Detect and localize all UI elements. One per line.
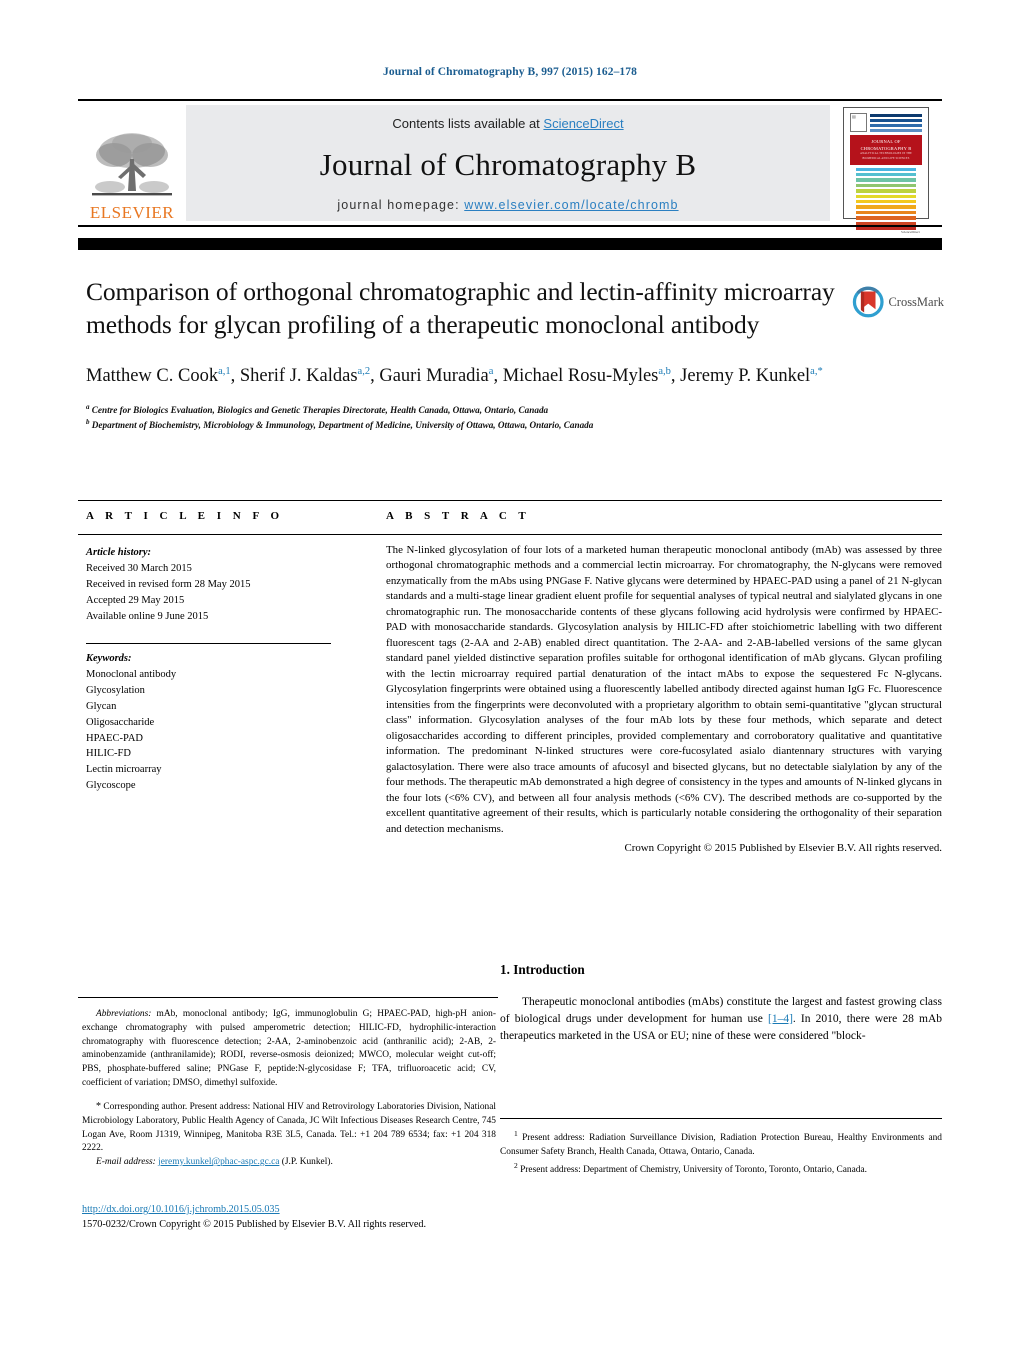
crossmark-badge[interactable]: CrossMark	[852, 280, 944, 324]
title-block: Comparison of orthogonal chromatographic…	[86, 275, 846, 433]
abbreviations-footnote: Abbreviations: mAb, monoclonal antibody;…	[82, 1008, 496, 1091]
affiliation-a-marker: a	[86, 403, 90, 412]
keyword-item: HPAEC-PAD	[86, 732, 143, 744]
elsevier-tree-icon	[92, 133, 172, 196]
footnotes-left: Abbreviations: mAb, monoclonal antibody;…	[82, 1008, 496, 1170]
affiliation-b-text: Department of Biochemistry, Microbiology…	[91, 420, 594, 431]
doi-block: http://dx.doi.org/10.1016/j.jchromb.2015…	[82, 1203, 512, 1233]
keyword-item: Glycan	[86, 700, 117, 712]
introduction-column: 1. Introduction Therapeutic monoclonal a…	[500, 962, 942, 1045]
affiliation-b-marker: b	[86, 418, 90, 427]
article-history-title: Article history:	[86, 547, 152, 558]
cover-art: ▤ JOURNAL OF CHROMATOGRAPHY B ANALYTICAL…	[843, 107, 929, 234]
sciencedirect-link[interactable]: ScienceDirect	[543, 116, 623, 131]
article-history-1: Received in revised form 28 May 2015	[86, 578, 251, 590]
present-address-1-text: Present address: Radiation Surveillance …	[500, 1133, 942, 1157]
affiliations: a Centre for Biologics Evaluation, Biolo…	[86, 402, 846, 433]
email-footnote: E-mail address: jeremy.kunkel@phac-aspc.…	[82, 1156, 496, 1170]
abbreviations-label: Abbreviations:	[96, 1009, 152, 1019]
homepage-prefix: journal homepage:	[337, 198, 465, 212]
cover-band-subtitle: ANALYTICAL TECHNOLOGIES IN THE BIOMEDICA…	[860, 152, 912, 160]
page-title: Comparison of orthogonal chromatographic…	[86, 277, 835, 340]
keyword-item: Monoclonal antibody	[86, 668, 177, 680]
journal-homepage-line: journal homepage: www.elsevier.com/locat…	[337, 198, 678, 212]
abstract-heading: A B S T R A C T	[386, 510, 531, 522]
abstract-text: The N-linked glycosylation of four lots …	[386, 543, 942, 857]
introduction-heading: 1. Introduction	[500, 962, 585, 977]
journal-title: Journal of Chromatography B	[319, 146, 697, 182]
crossmark-icon	[852, 286, 884, 318]
article-history-0: Received 30 March 2015	[86, 562, 192, 574]
affiliation-b: b Department of Biochemistry, Microbiolo…	[86, 417, 846, 432]
info-section-top-rule	[78, 500, 942, 502]
present-address-2-footnote: 2 Present address: Department of Chemist…	[500, 1160, 942, 1178]
journal-homepage-link[interactable]: www.elsevier.com/locate/chromb	[464, 198, 678, 212]
keyword-item: HILIC-FD	[86, 748, 131, 760]
footnotes-right: 1 Present address: Radiation Surveillanc…	[500, 1128, 942, 1178]
email-link[interactable]: jeremy.kunkel@phac-aspc.gc.ca	[158, 1157, 279, 1167]
journal-article-page: Journal of Chromatography B, 997 (2015) …	[0, 0, 1020, 1351]
keyword-item: Glycosylation	[86, 684, 145, 696]
article-info-column: Article history: Received 30 March 2015 …	[86, 545, 331, 794]
present-address-2-text: Present address: Department of Chemistry…	[517, 1164, 867, 1175]
abstract-copyright: Crown Copyright © 2015 Published by Else…	[624, 842, 942, 855]
elsevier-wordmark: ELSEVIER	[89, 203, 175, 222]
article-info-heading: A R T I C L E I N F O	[86, 510, 284, 522]
cover-footer-text: ScienceDirect	[900, 230, 920, 235]
keywords-divider	[86, 642, 331, 644]
masthead-center: Contents lists available at ScienceDirec…	[186, 105, 830, 221]
issn-copyright-line: 1570-0232/Crown Copyright © 2015 Publish…	[82, 1218, 426, 1230]
cover-publisher-mark-icon: ▤	[850, 113, 867, 132]
running-head: Journal of Chromatography B, 997 (2015) …	[383, 66, 637, 78]
keyword-item: Glycoscope	[86, 780, 136, 792]
contents-line: Contents lists available at ScienceDirec…	[392, 116, 623, 131]
contents-prefix: Contents lists available at	[392, 116, 544, 131]
cover-top-bars	[870, 113, 922, 132]
keyword-item: Lectin microarray	[86, 764, 162, 776]
email-suffix: (J.P. Kunkel).	[279, 1157, 333, 1168]
corresponding-text: Corresponding author. Present address: N…	[82, 1101, 496, 1154]
crossmark-label: CrossMark	[888, 294, 944, 309]
cover-title-band: JOURNAL OF CHROMATOGRAPHY B ANALYTICAL T…	[850, 135, 922, 165]
email-label: E-mail address:	[96, 1157, 156, 1168]
doi-link[interactable]: http://dx.doi.org/10.1016/j.jchromb.2015…	[82, 1204, 280, 1215]
footnote-rule-left	[78, 997, 498, 998]
journal-masthead: ELSEVIER Contents lists available at Sci…	[78, 99, 942, 234]
abstract-body: The N-linked glycosylation of four lots …	[386, 544, 942, 835]
article-history-2: Accepted 29 May 2015	[86, 594, 185, 606]
footnote-rule-right	[500, 1118, 942, 1119]
abbreviations-text: mAb, monoclonal antibody; IgG, immunoglo…	[82, 1009, 496, 1089]
affiliation-a: a Centre for Biologics Evaluation, Biolo…	[86, 402, 846, 417]
info-section-bottom-rule	[78, 534, 942, 536]
keywords-title: Keywords:	[86, 652, 132, 664]
title-separator-bar	[78, 238, 942, 250]
corresponding-author-footnote: * Corresponding author. Present address:…	[82, 1100, 496, 1156]
affiliation-a-text: Centre for Biologics Evaluation, Biologi…	[91, 405, 549, 416]
cover-color-stripes	[850, 167, 922, 231]
citation-link[interactable]: [1–4]	[768, 1013, 793, 1025]
journal-cover-thumbnail: ▤ JOURNAL OF CHROMATOGRAPHY B ANALYTICAL…	[830, 101, 942, 234]
article-history-3: Available online 9 June 2015	[86, 610, 209, 622]
present-address-1-footnote: 1 Present address: Radiation Surveillanc…	[500, 1128, 942, 1160]
cover-band-title: JOURNAL OF CHROMATOGRAPHY B	[860, 139, 912, 152]
keyword-item: Oligosaccharide	[86, 716, 155, 728]
author-list: Matthew C. Cooka,1, Sherif J. Kaldasa,2,…	[86, 366, 823, 387]
introduction-paragraph: Therapeutic monoclonal antibodies (mAbs)…	[500, 994, 942, 1045]
elsevier-logo: ELSEVIER	[78, 101, 186, 225]
